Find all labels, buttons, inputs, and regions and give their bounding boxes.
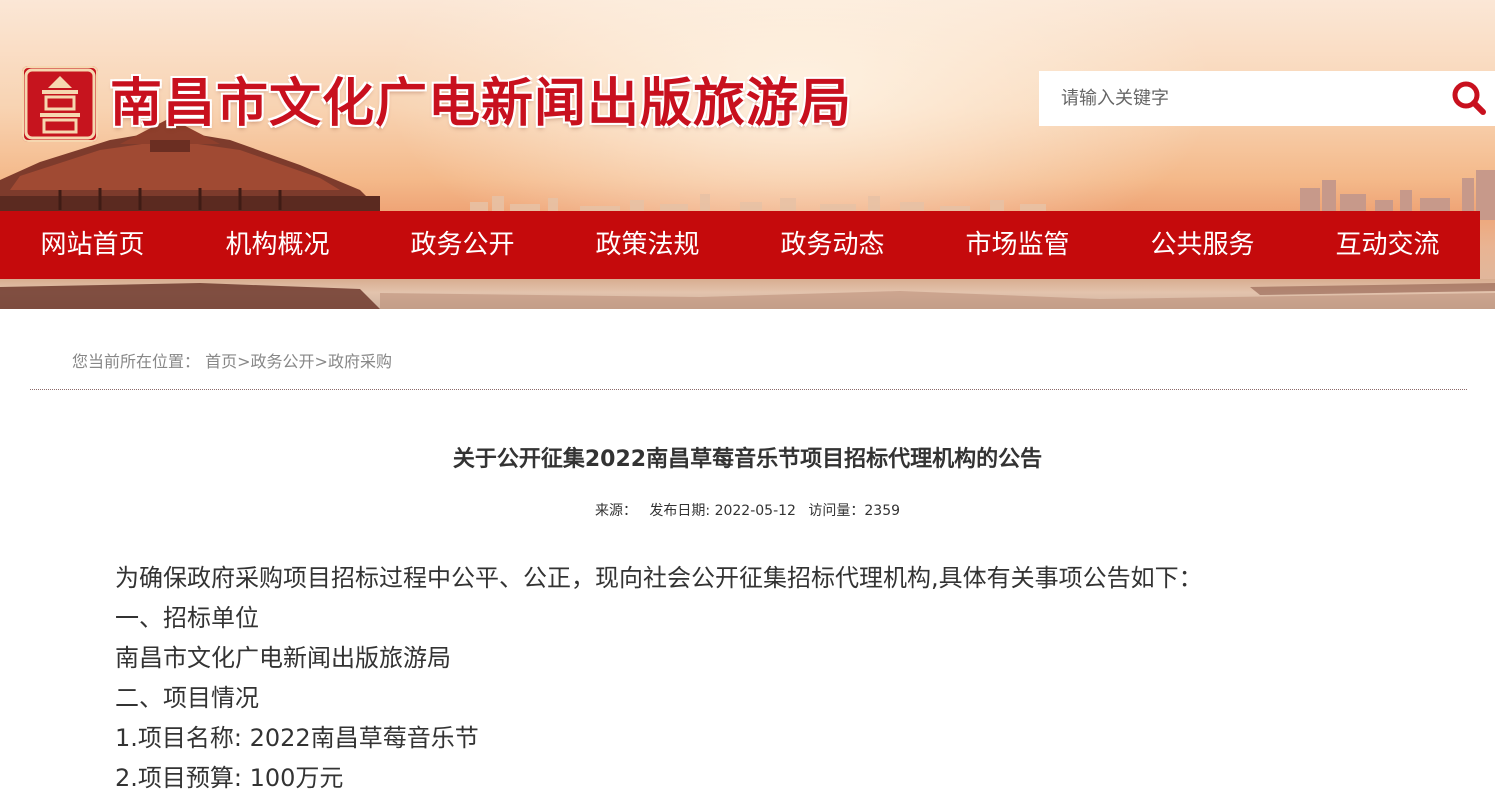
article-paragraph: 一、招标单位: [115, 604, 259, 632]
search-icon: [1452, 81, 1486, 115]
breadcrumb: 您当前所在位置： 首页>政务公开>政府采购: [72, 349, 392, 375]
breadcrumb-divider: [30, 389, 1467, 390]
nav-item-policy[interactable]: 政策法规: [555, 211, 740, 279]
search-button[interactable]: [1451, 80, 1487, 116]
nav-item-services[interactable]: 公共服务: [1110, 211, 1295, 279]
article-meta: 来源： 发布日期: 2022-05-12 访问量：2359: [0, 501, 1495, 521]
search-box: [1039, 71, 1495, 126]
breadcrumb-separator: >: [237, 352, 251, 371]
breadcrumb-separator: >: [314, 352, 328, 371]
nav-item-about[interactable]: 机构概况: [185, 211, 370, 279]
article-body: 为确保政府采购项目招标过程中公平、公正，现向社会公开征集招标代理机构,具体有关事…: [115, 558, 1415, 798]
site-logo[interactable]: [22, 66, 98, 142]
article-paragraph: 二、项目情况: [115, 684, 259, 712]
nav-item-interaction[interactable]: 互动交流: [1295, 211, 1480, 279]
breadcrumb-label: 您当前所在位置：: [72, 352, 201, 371]
nav-item-news[interactable]: 政务动态: [740, 211, 925, 279]
nav-item-home[interactable]: 网站首页: [0, 211, 185, 279]
site-title[interactable]: 南昌市文化广电新闻出版旅游局: [110, 66, 852, 142]
article-views: 访问量：2359: [808, 503, 901, 519]
article-paragraph: 为确保政府采购项目招标过程中公平、公正，现向社会公开征集招标代理机构,具体有关事…: [115, 564, 1203, 592]
logo-emblem-icon: [24, 68, 96, 140]
article-paragraph: 南昌市文化广电新闻出版旅游局: [115, 644, 451, 672]
article-source: 来源：: [594, 503, 637, 519]
site-banner: 南昌市文化广电新闻出版旅游局 网站首页 机构概况 政务公开 政策法规 政务动态 …: [0, 0, 1495, 309]
search-input[interactable]: [1039, 71, 1429, 126]
riverbank-illustration: [0, 283, 1495, 309]
breadcrumb-home-link[interactable]: 首页: [205, 352, 237, 371]
nav-item-market[interactable]: 市场监管: [925, 211, 1110, 279]
article-date: 发布日期: 2022-05-12: [649, 503, 796, 519]
article-title: 关于公开征集2022南昌草莓音乐节项目招标代理机构的公告: [452, 447, 1043, 472]
article-paragraph: 1.项目名称: 2022南昌草莓音乐节: [115, 724, 479, 752]
article-paragraph: 2.项目预算: 100万元: [115, 764, 344, 792]
breadcrumb-procurement-link[interactable]: 政府采购: [328, 352, 392, 371]
main-nav: 网站首页 机构概况 政务公开 政策法规 政务动态 市场监管 公共服务 互动交流: [0, 211, 1480, 279]
breadcrumb-gov-info-link[interactable]: 政务公开: [251, 352, 315, 371]
nav-item-gov-info[interactable]: 政务公开: [370, 211, 555, 279]
